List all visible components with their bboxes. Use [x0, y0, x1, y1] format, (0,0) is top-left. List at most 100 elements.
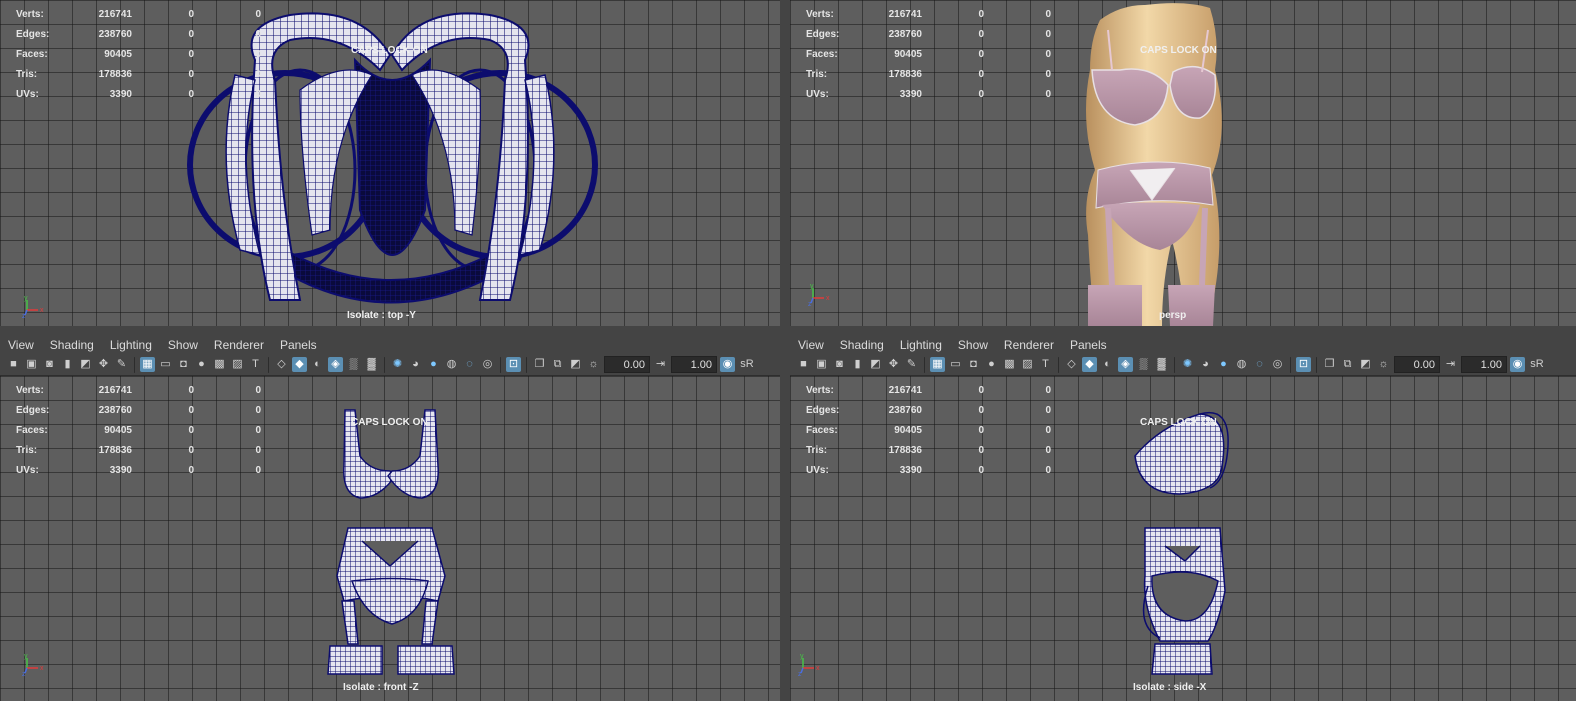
2d-pan-icon[interactable]: ✥ [886, 357, 901, 372]
xray-components-icon[interactable]: ⧉ [1340, 357, 1355, 372]
screen-space-ao-icon[interactable]: ● [426, 357, 441, 372]
hud-row: Faces: 90405 0 0 [16, 44, 261, 64]
wireframe-on-shaded-icon[interactable]: ◈ [328, 357, 343, 372]
xray-icon[interactable]: ▒ [346, 357, 361, 372]
multisample-aa-icon[interactable]: ◌ [462, 357, 477, 372]
menu-lighting[interactable]: Lighting [900, 338, 942, 352]
hud-label: Verts: [16, 384, 44, 396]
menu-lighting[interactable]: Lighting [110, 338, 152, 352]
menu-show[interactable]: Show [168, 338, 198, 352]
menu-shading[interactable]: Shading [840, 338, 884, 352]
hud-value-selected: 0 [188, 384, 194, 396]
isolate-select-icon[interactable]: ⊡ [1296, 357, 1311, 372]
field-chart-icon[interactable]: ▩ [212, 357, 227, 372]
gate-mask-icon[interactable]: ● [984, 357, 999, 372]
axis-x-label: x [40, 307, 44, 314]
bookmark-camera-icon[interactable]: ◙ [42, 357, 57, 372]
menu-panels[interactable]: Panels [1070, 338, 1107, 352]
depth-of-field-icon[interactable]: ◎ [1270, 357, 1285, 372]
caps-lock-indicator: CAPS LOCK ON [351, 417, 428, 428]
wireframe-icon[interactable]: ◇ [1064, 357, 1079, 372]
menu-renderer[interactable]: Renderer [214, 338, 264, 352]
hud-value-selected: 0 [978, 384, 984, 396]
safe-action-icon[interactable]: ▨ [1020, 357, 1035, 372]
xray-components-icon[interactable]: ⧉ [550, 357, 565, 372]
bookmark-icon[interactable]: ▮ [850, 357, 865, 372]
color-management-icon[interactable]: ◉ [1510, 357, 1525, 372]
film-gate-icon[interactable]: ▭ [948, 357, 963, 372]
gate-mask-icon[interactable]: ● [194, 357, 209, 372]
screen-space-ao-icon[interactable]: ● [1216, 357, 1231, 372]
menu-view[interactable]: View [8, 338, 34, 352]
far-clip-field[interactable]: 1.00 [1461, 356, 1507, 373]
bookmark-icon[interactable]: ▮ [60, 357, 75, 372]
grease-pencil-icon[interactable]: ✎ [114, 357, 129, 372]
field-chart-icon[interactable]: ▩ [1002, 357, 1017, 372]
isolate-select-icon[interactable]: ⊡ [506, 357, 521, 372]
image-plane-icon[interactable]: ◩ [78, 357, 93, 372]
use-all-lights-icon[interactable]: ✺ [1180, 357, 1195, 372]
use-all-lights-icon[interactable]: ✺ [390, 357, 405, 372]
multisample-aa-icon[interactable]: ◌ [1252, 357, 1267, 372]
hud-row: Faces: 90405 0 0 [16, 420, 261, 440]
image-plane-icon[interactable]: ◩ [868, 357, 883, 372]
viewport-persp[interactable]: Verts: 216741 0 0 Edges: 238760 0 0 Faces: 90405 0… [790, 0, 1576, 326]
near-clip-field[interactable]: 0.00 [1394, 356, 1440, 373]
wireframe-on-shaded-icon[interactable]: ◈ [1118, 357, 1133, 372]
exposure-icon[interactable]: ☼ [586, 357, 601, 372]
hud-value-total: 238760 [98, 28, 132, 40]
grid-icon[interactable]: ▦ [140, 357, 155, 372]
menu-view[interactable]: View [798, 338, 824, 352]
camera-attributes-icon[interactable]: ▣ [24, 357, 39, 372]
smooth-shade-icon[interactable]: ◆ [292, 357, 307, 372]
toggle-2d-icon[interactable]: ◩ [1358, 357, 1373, 372]
default-material-icon[interactable]: ◐ [310, 357, 325, 372]
camera-icon[interactable]: ■ [6, 357, 21, 372]
default-material-icon[interactable]: ◐ [1100, 357, 1115, 372]
safe-title-icon[interactable]: T [1038, 357, 1053, 372]
resolution-gate-icon[interactable]: ◘ [966, 357, 981, 372]
hud-row: Tris: 178836 0 0 [806, 64, 1051, 84]
motion-blur-icon[interactable]: ◍ [1234, 357, 1249, 372]
film-gate-icon[interactable]: ▭ [158, 357, 173, 372]
center-gusset [353, 57, 432, 256]
hud-value-selected: 0 [978, 464, 984, 476]
exposure-icon[interactable]: ☼ [1376, 357, 1391, 372]
bookmark-camera-icon[interactable]: ◙ [832, 357, 847, 372]
near-clip-field[interactable]: 0.00 [604, 356, 650, 373]
toggle-2d-icon[interactable]: ◩ [568, 357, 583, 372]
color-management-icon[interactable]: ◉ [720, 357, 735, 372]
2d-pan-icon[interactable]: ✥ [96, 357, 111, 372]
xray-joints-icon[interactable]: ▓ [364, 357, 379, 372]
xray-active-icon[interactable]: ❐ [532, 357, 547, 372]
viewport-front[interactable]: Verts: 216741 0 0 Edges: 238760 0 0 Faces: 90405 0… [0, 376, 780, 701]
safe-action-icon[interactable]: ▨ [230, 357, 245, 372]
motion-blur-icon[interactable]: ◍ [444, 357, 459, 372]
viewport-side[interactable]: Verts: 216741 0 0 Edges: 238760 0 0 Faces: 90405 0… [790, 376, 1576, 701]
far-clip-field[interactable]: 1.00 [671, 356, 717, 373]
panel-toolbar-front: ■ ▣ ◙ ▮ ◩ ✥ ✎ ▦ ▭ ◘ ● ▩ ▨ T ◇ ◆ ◐ ◈ ▒ ▓ ✺ ◕ ● ◍ ◌ ◎ ⊡ ❐ ⧉ ◩ ☼ 0.00 ⇥ 1.00… [0, 354, 780, 376]
menu-panels[interactable]: Panels [280, 338, 317, 352]
shadows-icon[interactable]: ◕ [408, 357, 423, 372]
camera-attributes-icon[interactable]: ▣ [814, 357, 829, 372]
smooth-shade-icon[interactable]: ◆ [1082, 357, 1097, 372]
toolbar-separator [1058, 356, 1059, 373]
view-transform-label[interactable]: sR [1528, 357, 1546, 372]
safe-title-icon[interactable]: T [248, 357, 263, 372]
camera-icon[interactable]: ■ [796, 357, 811, 372]
menu-show[interactable]: Show [958, 338, 988, 352]
resolution-gate-icon[interactable]: ◘ [176, 357, 191, 372]
grid-icon[interactable]: ▦ [930, 357, 945, 372]
shadows-icon[interactable]: ◕ [1198, 357, 1213, 372]
depth-of-field-icon[interactable]: ◎ [480, 357, 495, 372]
xray-icon[interactable]: ▒ [1136, 357, 1151, 372]
xray-joints-icon[interactable]: ▓ [1154, 357, 1169, 372]
menu-renderer[interactable]: Renderer [1004, 338, 1054, 352]
menu-shading[interactable]: Shading [50, 338, 94, 352]
grease-pencil-icon[interactable]: ✎ [904, 357, 919, 372]
wireframe-icon[interactable]: ◇ [274, 357, 289, 372]
xray-active-icon[interactable]: ❐ [1322, 357, 1337, 372]
viewport-top[interactable]: Verts: 216741 0 0 Edges: 238760 0 0 Faces: 90405 0… [0, 0, 780, 326]
view-transform-label[interactable]: sR [738, 357, 756, 372]
hud-row: Verts: 216741 0 0 [16, 4, 261, 24]
